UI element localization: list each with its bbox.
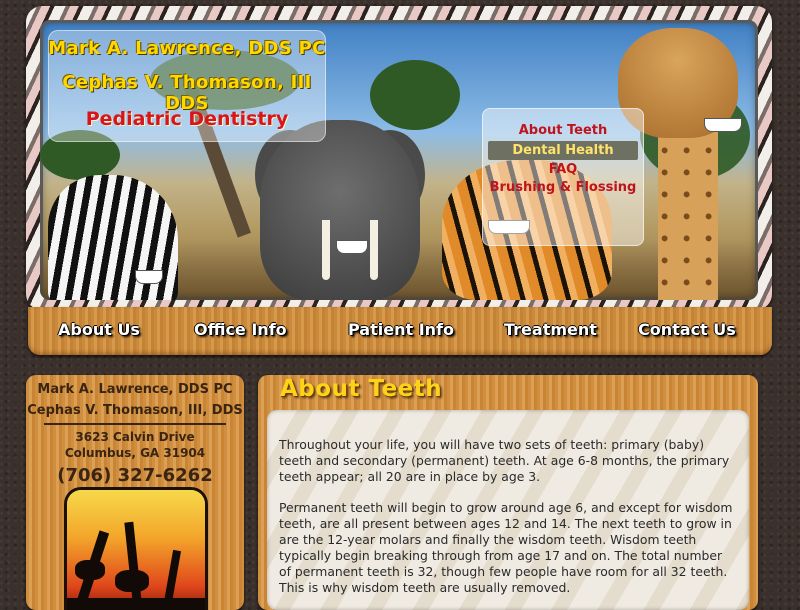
sidebar-divider	[44, 423, 226, 425]
zebra-smile	[135, 270, 163, 284]
giraffe-silhouette	[124, 521, 143, 610]
elephant-tusk	[370, 220, 378, 280]
giraffe-silhouette	[75, 560, 105, 580]
menu-item-about-teeth[interactable]: About Teeth	[488, 121, 638, 140]
address-city: Columbus, GA 31904	[64, 446, 206, 460]
giraffe-smile	[704, 118, 742, 132]
elephant-image	[260, 120, 420, 300]
nav-treatment[interactable]: Treatment	[504, 320, 597, 339]
menu-item-brushing-flossing[interactable]: Brushing & Flossing	[488, 178, 638, 197]
practice-name-box: Mark A. Lawrence, DDS PC Cephas V. Thoma…	[48, 30, 326, 142]
elephant-smile	[336, 240, 368, 254]
phone-number[interactable]: (706) 327-6262	[26, 465, 244, 486]
paragraph-2: Permanent teeth will begin to grow aroun…	[279, 500, 733, 595]
paragraph-1: Throughout your life, you will have two …	[279, 437, 730, 484]
menu-item-dental-health[interactable]: Dental Health	[488, 141, 638, 160]
page-title: About Teeth	[280, 376, 443, 402]
nav-patient-info[interactable]: Patient Info	[348, 320, 454, 339]
specialty-title: Pediatric Dentistry	[85, 108, 289, 130]
nav-office-info[interactable]: Office Info	[194, 320, 287, 339]
address-street: 3623 Calvin Drive	[75, 430, 195, 444]
doctor-name-1: Mark A. Lawrence, DDS PC	[48, 38, 326, 59]
tree-canopy	[370, 60, 460, 130]
sidebar-doctor-2: Cephas V. Thomason, III, DDS	[27, 403, 243, 418]
giraffe-sunset-image	[67, 490, 205, 610]
banner-menu: About Teeth Dental Health FAQ Brushing &…	[482, 108, 644, 246]
giraffe-silhouette	[115, 570, 149, 592]
sidebar-doctor-1: Mark A. Lawrence, DDS PC	[37, 382, 233, 397]
elephant-tusk	[322, 220, 330, 280]
nav-about-us[interactable]: About Us	[58, 320, 140, 339]
menu-item-faq[interactable]: FAQ	[488, 160, 638, 179]
nav-contact-us[interactable]: Contact Us	[638, 320, 736, 339]
main-nav: About Us Office Info Patient Info Treatm…	[28, 307, 772, 355]
